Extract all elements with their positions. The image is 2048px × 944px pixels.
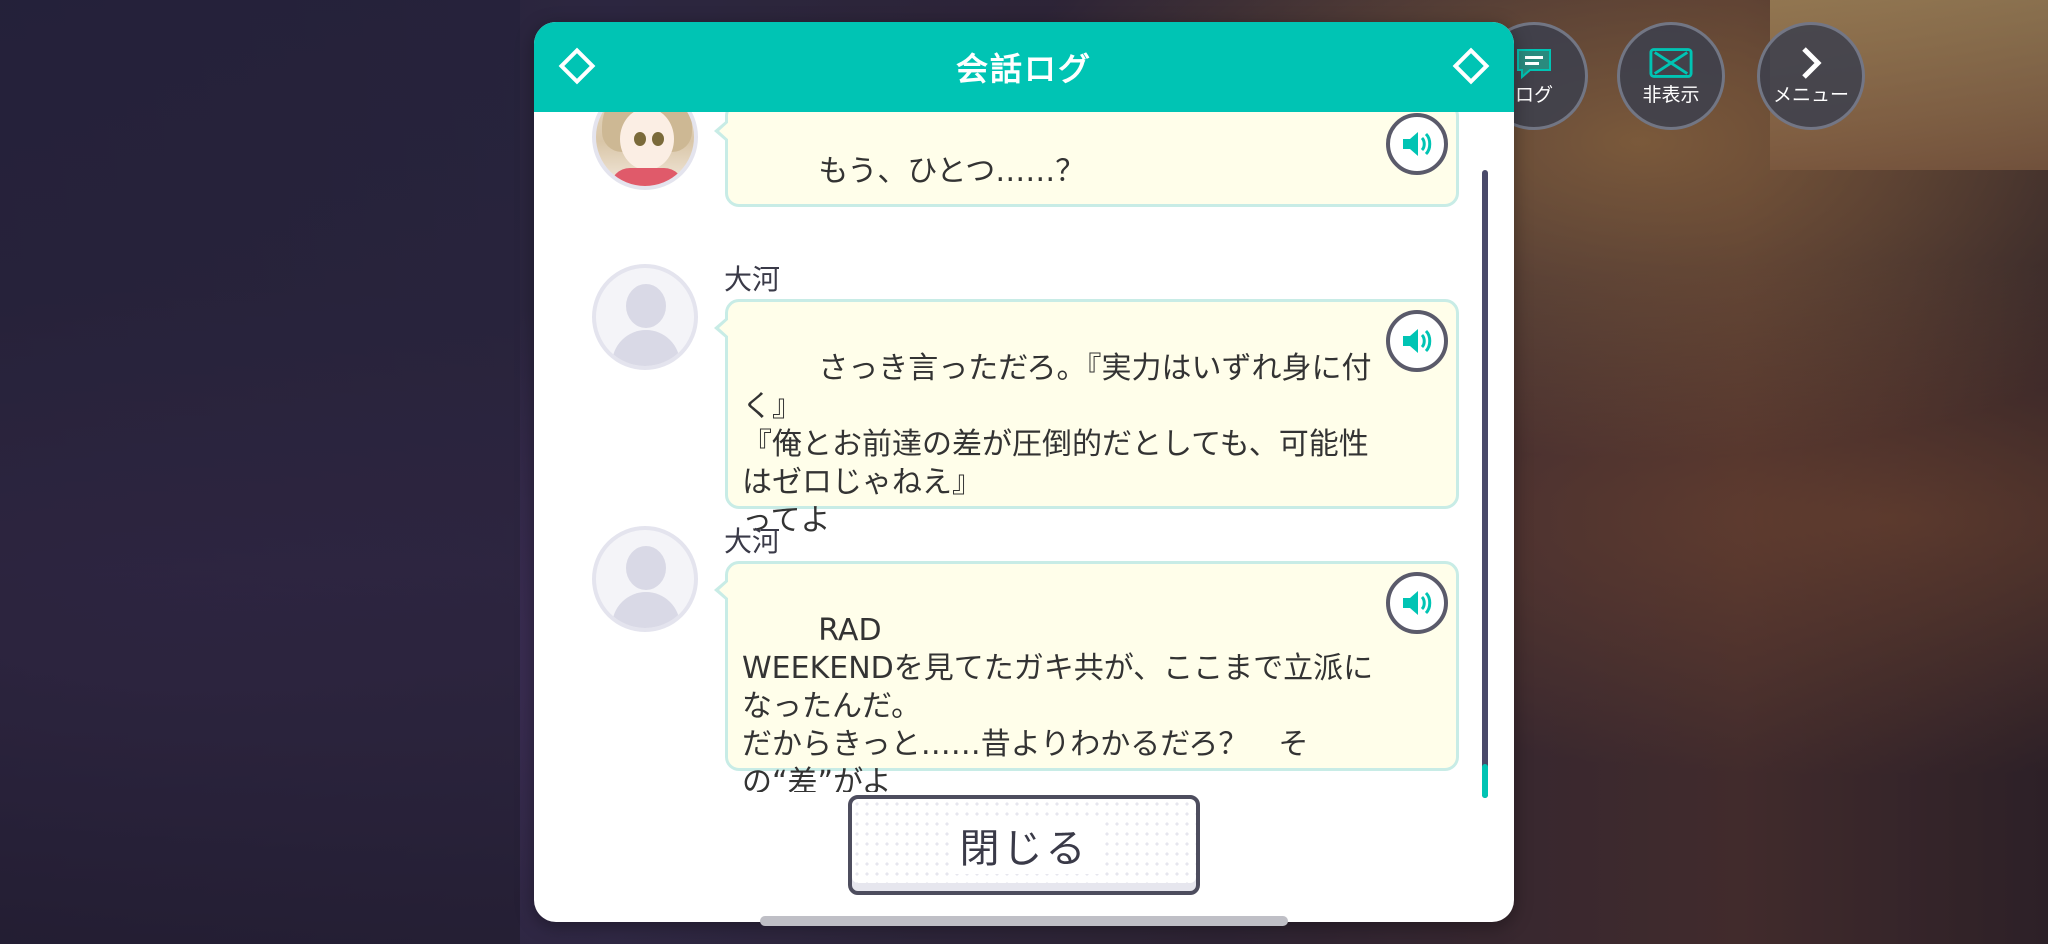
speaker-name: 大河	[724, 525, 781, 558]
speaker-icon	[1403, 132, 1432, 156]
menu-button[interactable]: メニュー	[1757, 22, 1865, 130]
avatar	[592, 526, 698, 632]
hide-button-label: 非表示	[1642, 83, 1700, 106]
log-icon	[1512, 46, 1556, 80]
message-bubble: もう、ひとつ……？	[714, 112, 1459, 207]
message-text: さっき言っただろ。『実力はいずれ身に付く』 『俺とお前達の差が圧倒的だとしても、…	[742, 351, 1372, 538]
voice-play-button[interactable]	[1386, 113, 1448, 175]
dialog-header: 会話ログ	[534, 22, 1514, 112]
message-bubble: さっき言っただろ。『実力はいずれ身に付く』 『俺とお前達の差が圧倒的だとしても、…	[714, 299, 1459, 538]
close-button[interactable]: 閉じる	[848, 795, 1200, 895]
avatar	[592, 264, 698, 370]
scrollbar-thumb[interactable]	[1482, 764, 1488, 798]
close-button-label: 閉じる	[949, 816, 1099, 874]
speaker-name: 大河	[724, 263, 781, 296]
voice-play-button[interactable]	[1386, 310, 1448, 372]
voice-play-button[interactable]	[1386, 572, 1448, 634]
diamond-ornament-icon	[1452, 47, 1490, 85]
hide-icon	[1649, 46, 1693, 80]
log-button-label: ログ	[1514, 83, 1553, 106]
message-text: もう、ひとつ……？	[818, 154, 1086, 189]
dialog-title: 会話ログ	[955, 50, 1092, 88]
home-indicator[interactable]	[760, 916, 1288, 926]
avatar	[592, 112, 698, 190]
diamond-ornament-icon	[558, 47, 596, 85]
scrollbar-track[interactable]	[1482, 170, 1488, 798]
menu-button-label: メニュー	[1772, 83, 1849, 106]
message-text: RAD WEEKENDを見てたガキ共が、ここまで立派になったんだ。 だからきっと…	[742, 613, 1374, 792]
speaker-icon	[1403, 329, 1432, 353]
log-list[interactable]: もう、ひとつ……？ 大河 さっき言っただろ。『実力はいずれ身に付く』 『俺とお前…	[534, 112, 1514, 792]
chevron-right-icon	[1789, 46, 1833, 80]
conversation-log-dialog: 会話ログ もう、ひとつ……？ 大河 さっき言っただろ。『実力はいずれ身に付く』 …	[534, 22, 1514, 922]
message-bubble: RAD WEEKENDを見てたガキ共が、ここまで立派になったんだ。 だからきっと…	[714, 561, 1459, 792]
hide-button[interactable]: 非表示	[1617, 22, 1725, 130]
speaker-icon	[1403, 591, 1432, 615]
